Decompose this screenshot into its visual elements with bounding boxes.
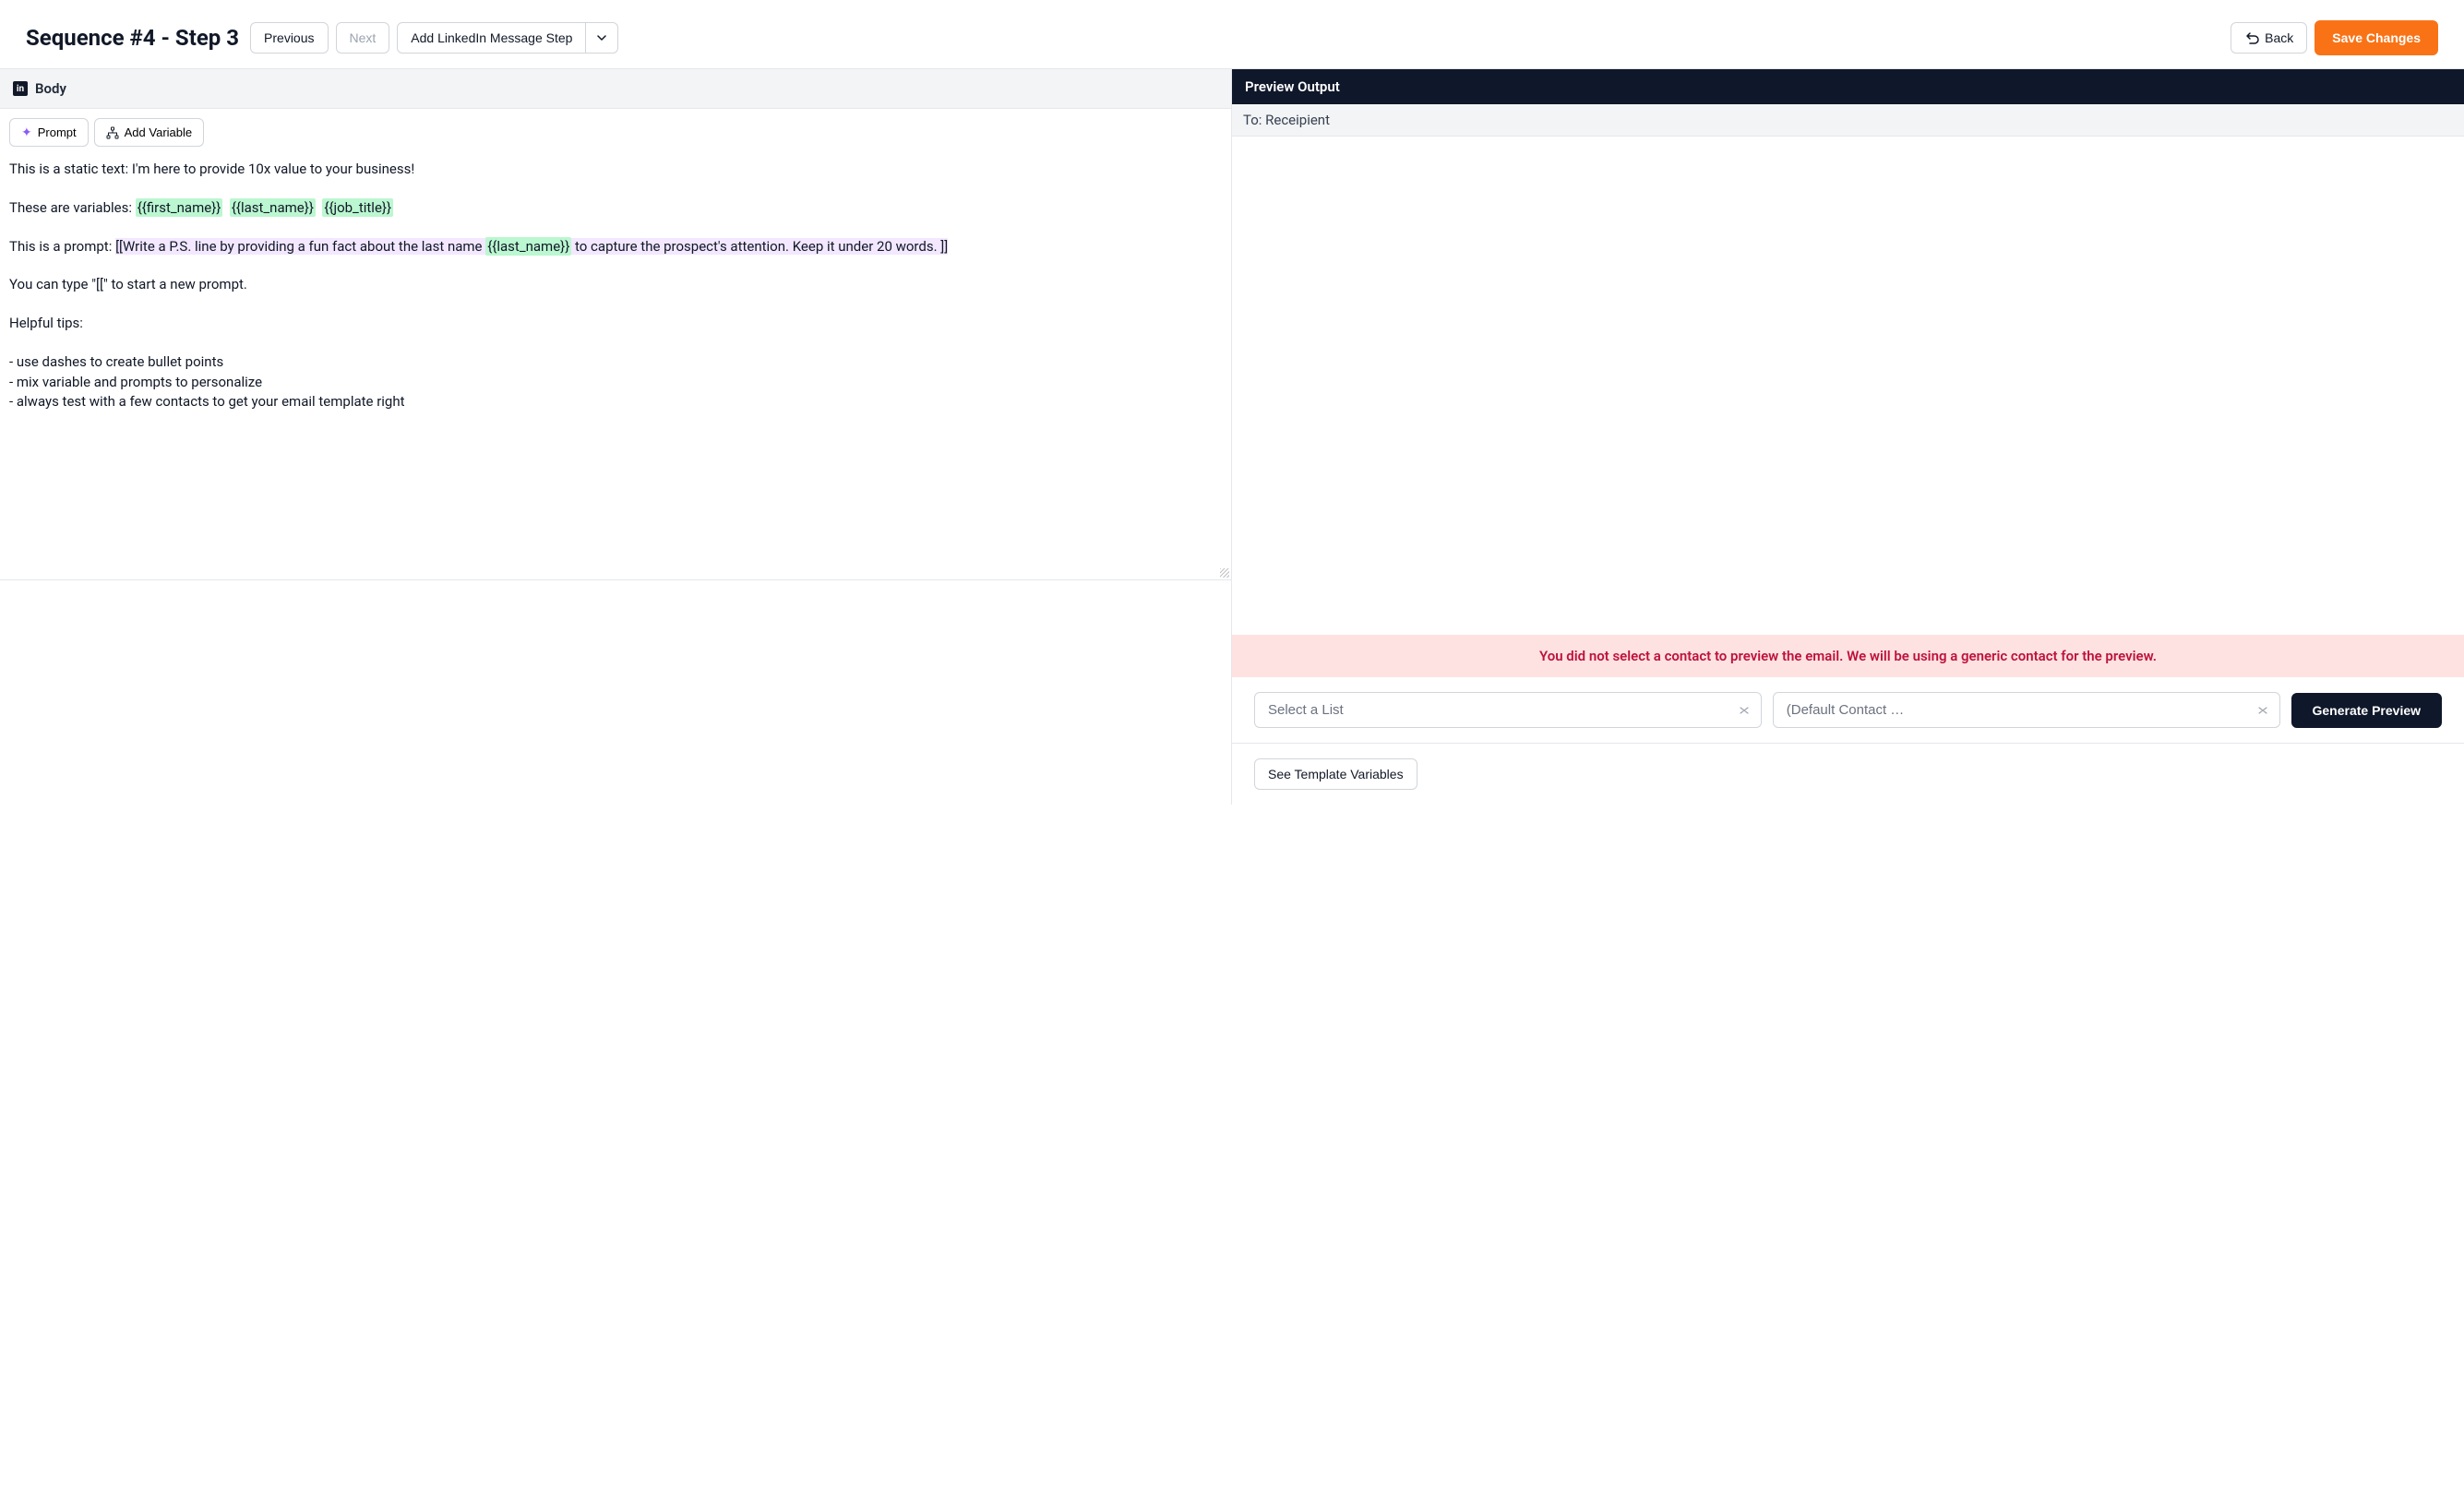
vars-prefix: These are variables: (9, 199, 136, 216)
back-button[interactable]: Back (2231, 22, 2307, 54)
preview-panel: Preview Output To: Receipient You did no… (1232, 69, 2464, 805)
next-button[interactable]: Next (336, 22, 390, 54)
variable-chip: {{first_name}} (136, 198, 223, 217)
tip-line: - use dashes to create bullet points (9, 353, 223, 370)
resize-handle[interactable] (1220, 568, 1229, 578)
preview-controls: Select a List (Default Contact … Generat… (1232, 677, 2464, 744)
tip-line: - always test with a few contacts to get… (9, 393, 405, 410)
back-label: Back (2265, 30, 2293, 45)
static-prefix: This is a static text: (9, 161, 132, 177)
variable-chip: {{job_title}} (322, 198, 393, 217)
sparkle-icon: ✦ (21, 125, 32, 140)
editor-panel: in Body ✦ Prompt Add Variable This is a … (0, 69, 1232, 805)
generate-preview-button[interactable]: Generate Preview (2291, 693, 2443, 728)
editor-toolbar: ✦ Prompt Add Variable (0, 109, 1231, 156)
prompt-button[interactable]: ✦ Prompt (9, 118, 89, 147)
see-template-variables-button[interactable]: See Template Variables (1254, 758, 1417, 790)
linkedin-icon: in (13, 81, 28, 96)
page-title: Sequence #4 - Step 3 (26, 25, 239, 51)
tip-line: - mix variable and prompts to personaliz… (9, 374, 262, 390)
editor-tab-label: Body (35, 80, 66, 97)
hint-text: You can type "[[" to start a new prompt. (9, 275, 1222, 295)
prompt-text: [[Write a P.S. line by providing a fun f… (115, 238, 948, 255)
prompt-prefix: This is a prompt: (9, 238, 115, 255)
variable-chip: {{last_name}} (485, 237, 571, 256)
editor-tab-body[interactable]: in Body (0, 69, 1231, 109)
previous-button[interactable]: Previous (250, 22, 328, 54)
preview-to-line: To: Receipient (1232, 104, 2464, 137)
add-step-dropdown-button[interactable] (586, 22, 618, 54)
tips-title: Helpful tips: (9, 314, 1222, 334)
editor-body[interactable]: This is a static text: I'm here to provi… (0, 156, 1231, 580)
topbar: Sequence #4 - Step 3 Previous Next Add L… (0, 0, 2464, 68)
variable-chip: {{last_name}} (230, 198, 316, 217)
variable-icon (106, 126, 119, 139)
add-linkedin-step-button[interactable]: Add LinkedIn Message Step (397, 22, 586, 54)
preview-body (1232, 137, 2464, 635)
preview-footer: See Template Variables (1232, 744, 2464, 805)
add-variable-label: Add Variable (125, 125, 192, 139)
static-text: I'm here to provide 10x value to your bu… (132, 161, 414, 177)
add-step-split-button: Add LinkedIn Message Step (397, 22, 618, 54)
preview-header: Preview Output (1232, 69, 2464, 104)
prompt-button-label: Prompt (38, 125, 77, 139)
select-contact-dropdown[interactable]: (Default Contact … (1773, 692, 2280, 728)
select-list-dropdown[interactable]: Select a List (1254, 692, 1762, 728)
caret-down-icon (597, 35, 606, 41)
save-changes-button[interactable]: Save Changes (2314, 20, 2438, 55)
preview-warning: You did not select a contact to preview … (1232, 635, 2464, 677)
add-variable-button[interactable]: Add Variable (94, 118, 204, 147)
undo-icon (2244, 31, 2259, 44)
